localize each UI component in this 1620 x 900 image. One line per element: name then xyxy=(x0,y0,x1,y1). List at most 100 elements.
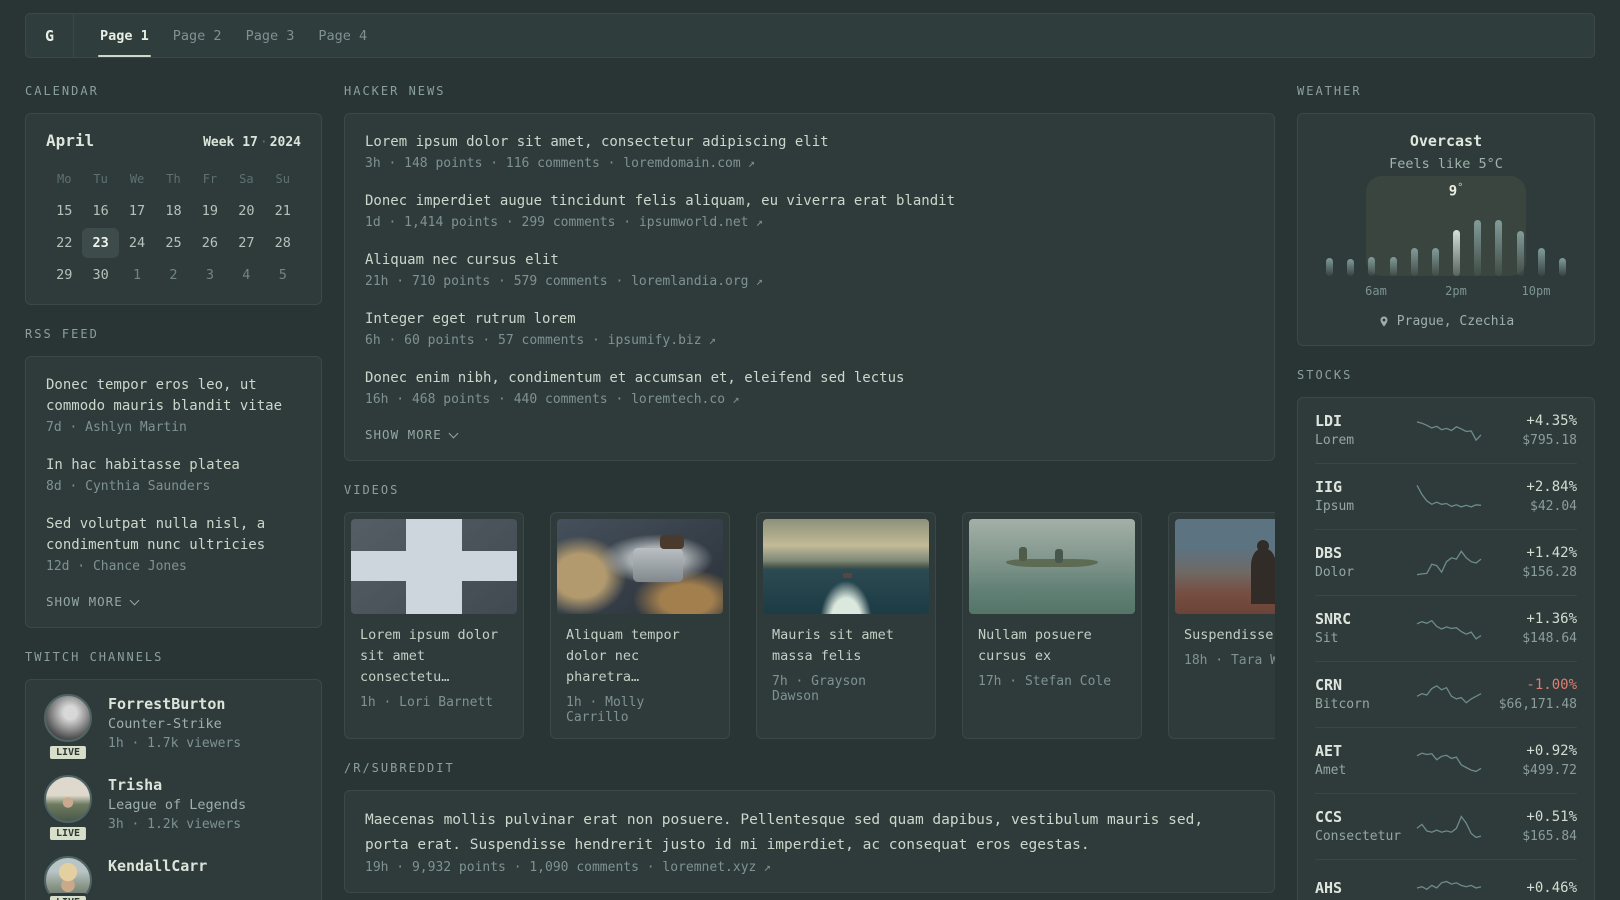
hackernews-item-title[interactable]: Integer eget rutrum lorem xyxy=(365,309,1254,330)
stock-sparkline xyxy=(1416,814,1482,838)
stock-name: Lorem xyxy=(1315,433,1355,448)
hackernews-item-title[interactable]: Lorem ipsum dolor sit amet, consectetur … xyxy=(365,132,1254,153)
twitch-channel-name[interactable]: Trisha xyxy=(108,775,246,795)
live-badge: LIVE xyxy=(46,743,90,762)
twitch-channel-info: Trisha League of Legends 3h · 1.2k viewe… xyxy=(108,775,246,835)
twitch-channel-row[interactable]: LIVE ForrestBurton Counter-Strike 1h · 1… xyxy=(44,694,303,762)
hackernews-item: Integer eget rutrum lorem 6h · 60 points… xyxy=(365,309,1254,351)
chevron-down-icon xyxy=(129,595,140,606)
rss-show-more-button[interactable]: SHOW MORE xyxy=(46,594,301,609)
tab-page-4[interactable]: Page 4 xyxy=(306,14,379,57)
stock-id: AET Amet xyxy=(1315,741,1417,780)
stock-row[interactable]: DBS Dolor +1.42% $156.28 xyxy=(1315,529,1577,595)
hackernews-widget-label: HACKER NEWS xyxy=(344,84,446,98)
weather-widget-label: WEATHER xyxy=(1297,84,1362,98)
stock-price: $42.04 xyxy=(1530,499,1577,514)
stock-symbol: AET xyxy=(1315,742,1343,760)
calendar-day: 23 xyxy=(82,228,119,258)
twitch-channel-name[interactable]: ForrestBurton xyxy=(108,694,241,714)
weather-hour-labels: 6am 2pm 10pm xyxy=(1326,284,1566,300)
stock-change: +1.36% xyxy=(1526,611,1577,627)
hackernews-item-domain-link[interactable]: loremlandia.org xyxy=(631,274,763,289)
stock-row[interactable]: SNRC Sit +1.36% $148.64 xyxy=(1315,595,1577,661)
video-meta: 1h · Molly Carrillo xyxy=(566,695,645,725)
stock-row[interactable]: LDI Lorem +4.35% $795.18 xyxy=(1315,398,1577,463)
tab-label: Page 3 xyxy=(245,27,295,44)
rss-item: Sed volutpat nulla nisl, a condimentum n… xyxy=(46,514,301,577)
weather-condition: Overcast xyxy=(1409,132,1483,150)
weekday-label: Fr xyxy=(202,172,218,186)
stock-values: +0.51% $165.84 xyxy=(1481,807,1577,846)
calendar-day: 2 xyxy=(169,267,178,283)
hackernews-item-meta: 1d · 1,414 points · 299 comments · ipsum… xyxy=(365,212,1254,233)
hackernews-item-meta: 6h · 60 points · 57 comments · ipsumify.… xyxy=(365,330,1254,351)
stock-row[interactable]: IIG Ipsum +2.84% $42.04 xyxy=(1315,463,1577,529)
stock-name: Ipsum xyxy=(1315,499,1355,514)
hackernews-item-meta: 21h · 710 points · 579 comments · loreml… xyxy=(365,271,1254,292)
stock-row[interactable]: CCS Consectetur +0.51% $165.84 xyxy=(1315,793,1577,859)
live-badge: LIVE xyxy=(46,824,90,843)
stock-id: CCS Consectetur xyxy=(1315,807,1417,846)
twitch-channel-meta: 3h · 1.2k viewers xyxy=(108,817,242,832)
hackernews-item-domain-link[interactable]: ipsumify.biz xyxy=(608,333,716,348)
video-card[interactable]: Lorem ipsum dolor sit amet consectetu… 1… xyxy=(344,512,524,739)
stock-id: DBS Dolor xyxy=(1315,543,1417,582)
calendar-day: 5 xyxy=(278,267,287,283)
calendar-day: 21 xyxy=(274,203,291,219)
calendar-day-grid: 15 16 17 18 19 20 21 22 23 24 25 26 27 28 29 30 1 2 3 4 5 xyxy=(46,196,301,290)
video-title: Nullam posuere cursus ex xyxy=(978,627,1092,664)
video-thumbnail xyxy=(1175,519,1275,614)
hackernews-item-title[interactable]: Donec imperdiet augue tincidunt felis al… xyxy=(365,191,1254,212)
tab-page-1[interactable]: Page 1 xyxy=(88,14,161,57)
calendar-day: 22 xyxy=(56,235,73,251)
calendar-day: 29 xyxy=(56,267,73,283)
video-card[interactable]: Aliquam tempor dolor nec pharetra… 1h · … xyxy=(550,512,730,739)
stock-change: +0.92% xyxy=(1526,743,1577,759)
tab-page-3[interactable]: Page 3 xyxy=(234,14,307,57)
hackernews-item-title[interactable]: Aliquam nec cursus elit xyxy=(365,250,1254,271)
calendar-day: 19 xyxy=(201,203,219,219)
rss-item: In hac habitasse platea 8d · Cynthia Sau… xyxy=(46,455,301,497)
videos-carousel: Lorem ipsum dolor sit amet consectetu… 1… xyxy=(344,512,1275,739)
hackernews-item-domain-link[interactable]: loremtech.co xyxy=(631,392,739,407)
weather-bar xyxy=(1347,259,1355,276)
calendar-day: 17 xyxy=(128,203,146,219)
calendar-day: 28 xyxy=(274,235,291,251)
video-card[interactable]: Nullam posuere cursus ex 17h · Stefan Co… xyxy=(962,512,1142,739)
calendar-day: 25 xyxy=(165,235,182,251)
stock-price: $66,171.48 xyxy=(1498,697,1577,712)
rss-item-meta: 7d · Ashlyn Martin xyxy=(46,420,187,435)
rss-item-title[interactable]: In hac habitasse platea xyxy=(46,455,301,476)
twitch-channel-row[interactable]: LIVE KendallCarr xyxy=(44,856,303,900)
subreddit-post-title[interactable]: Maecenas mollis pulvinar erat non posuer… xyxy=(365,808,1203,858)
hackernews-item-title[interactable]: Donec enim nibh, condimentum et accumsan… xyxy=(365,368,1254,389)
app-logo: G xyxy=(26,14,74,57)
weather-hourly-chart: 9° xyxy=(1326,176,1566,276)
stock-row[interactable]: AHS +0.46% xyxy=(1315,859,1577,900)
calendar-day: 3 xyxy=(205,267,214,283)
hackernews-item: Donec enim nibh, condimentum et accumsan… xyxy=(365,368,1254,410)
rss-item: Donec tempor eros leo, ut commodo mauris… xyxy=(46,375,301,438)
calendar-day: 18 xyxy=(165,203,182,219)
hackernews-item-domain-link[interactable]: loremdomain.com xyxy=(623,156,755,171)
calendar-day: 16 xyxy=(92,203,109,219)
rss-item-title[interactable]: Donec tempor eros leo, ut commodo mauris… xyxy=(46,375,301,417)
stock-row[interactable]: AET Amet +0.92% $499.72 xyxy=(1315,727,1577,793)
location-pin-icon xyxy=(1380,316,1388,327)
chevron-down-icon xyxy=(448,428,459,439)
stock-row[interactable]: CRN Bitcorn -1.00% $66,171.48 xyxy=(1315,661,1577,727)
avatar xyxy=(44,694,92,742)
rss-item-title[interactable]: Sed volutpat nulla nisl, a condimentum n… xyxy=(46,514,301,556)
twitch-channel-name[interactable]: KendallCarr xyxy=(108,856,207,876)
twitch-channel-row[interactable]: LIVE Trisha League of Legends 3h · 1.2k … xyxy=(44,775,303,843)
stock-symbol: CRN xyxy=(1315,676,1343,694)
video-thumbnail xyxy=(969,519,1135,614)
hackernews-item-domain-link[interactable]: ipsumworld.net xyxy=(639,215,763,230)
stocks-widget: STOCKS LDI Lorem +4.35% $795.18 IIG Ipsu… xyxy=(1297,368,1595,900)
tab-page-2[interactable]: Page 2 xyxy=(161,14,234,57)
calendar-day: 15 xyxy=(56,203,73,219)
video-card[interactable]: Mauris sit amet massa felis 7h · Grayson… xyxy=(756,512,936,739)
video-card[interactable]: Suspendisse diam 18h · Tara Walsh xyxy=(1168,512,1275,739)
hackernews-show-more-button[interactable]: SHOW MORE xyxy=(365,427,1254,442)
subreddit-post-domain-link[interactable]: loremnet.xyz xyxy=(662,860,770,875)
